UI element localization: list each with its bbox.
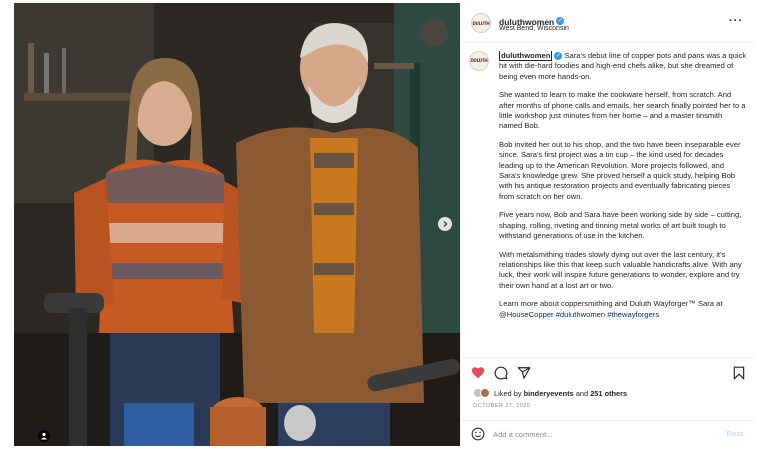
caption-avatar[interactable]: DULUTH — [469, 51, 489, 71]
likes-others-link[interactable]: 251 others — [590, 389, 627, 398]
caption-area: DULUTH duluthwomen ✓ Sara's debut line of… — [469, 51, 749, 353]
liker-avatar[interactable] — [480, 388, 490, 398]
verified-badge-icon: ✓ — [556, 16, 565, 25]
post-modal: DULUTH duluthwomen ✓ West Bend, Wisconsin… — [0, 0, 768, 449]
comment-input[interactable] — [493, 427, 713, 441]
avatar-logo-text: DULUTH — [472, 20, 490, 26]
avatar[interactable]: DULUTH — [471, 13, 491, 33]
post-side-panel: DULUTH duluthwomen ✓ West Bend, Wisconsin… — [460, 3, 755, 446]
caption-username[interactable]: duluthwomen — [499, 51, 553, 61]
more-options-icon[interactable]: ··· — [729, 15, 743, 27]
hashtag-link[interactable]: #duluthwomen — [556, 310, 605, 319]
heart-filled-icon — [471, 367, 485, 379]
likes-summary: Liked by binderyevents and 251 others — [473, 388, 627, 398]
photo-illustration — [14, 3, 460, 446]
caption-paragraph: Bob invited her out to his shop, and the… — [499, 139, 741, 201]
likes-prefix: Liked by — [494, 388, 522, 398]
bookmark-icon — [733, 366, 745, 380]
caption-last-text: Learn more about coppersmithing and Dulu… — [499, 299, 723, 309]
comment-icon — [494, 366, 508, 380]
caption-paragraph: She wanted to learn to make the cookware… — [499, 90, 746, 131]
caption-intro: duluthwomen ✓ Sara's debut line of copper… — [499, 51, 747, 82]
caption-paragraph: Five years now, Bob and Sara have been w… — [499, 210, 742, 241]
caption-paragraph-last: Learn more about coppersmithing and Dulu… — [499, 299, 747, 320]
caption-avatar-logo-text: DULUTH — [470, 57, 488, 63]
comment-box: Post — [461, 420, 755, 446]
post-photo[interactable] — [14, 3, 460, 446]
caption-paragraph: With metalsmithing trades slowly dying o… — [499, 249, 742, 290]
chevron-right-icon — [443, 221, 448, 227]
likes-joiner: and — [575, 388, 589, 398]
next-image-button[interactable] — [438, 217, 452, 231]
action-bar — [461, 357, 755, 389]
liker-username[interactable]: binderyevents — [524, 389, 574, 398]
post-comment-button[interactable]: Post — [727, 429, 743, 438]
hashtag-link[interactable]: #thewayforgers — [607, 310, 659, 319]
share-icon — [517, 367, 531, 379]
post-date: OCTOBER 27, 2020 — [473, 403, 531, 409]
mention-link[interactable]: @HouseCopper — [499, 310, 554, 319]
tagged-users-icon[interactable] — [38, 430, 50, 442]
post-header: DULUTH duluthwomen ✓ West Bend, Wisconsin… — [461, 3, 755, 43]
like-button[interactable] — [471, 366, 485, 384]
comment-button[interactable] — [494, 366, 508, 385]
caption-text: duluthwomen ✓ Sara's debut line of copper… — [499, 51, 747, 328]
share-button[interactable] — [517, 366, 531, 385]
save-button[interactable] — [733, 366, 745, 385]
emoji-icon[interactable] — [471, 427, 485, 441]
location-link[interactable]: West Bend, Wisconsin — [499, 25, 569, 32]
